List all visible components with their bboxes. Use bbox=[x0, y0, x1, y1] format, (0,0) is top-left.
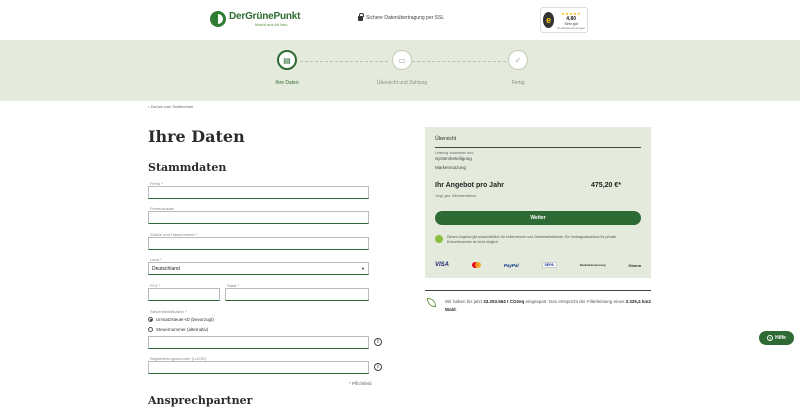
steuer-input[interactable] bbox=[148, 336, 369, 349]
trusted-shops-badge[interactable]: e ★★★★★ 4,80 Sehr gut Kundenbewertungen bbox=[540, 7, 588, 33]
steuer-label: Steueridentifikation * bbox=[150, 309, 187, 314]
page-title: Ihre Daten bbox=[148, 127, 245, 146]
klarna-icon: Klarna bbox=[628, 262, 641, 268]
overview-title: Übersicht bbox=[435, 136, 457, 142]
step-uebersicht: ▭ Übersicht und Zahlung bbox=[362, 50, 442, 86]
card-icon: ▭ bbox=[392, 50, 412, 70]
section-title-ansprechpartner: Ansprechpartner bbox=[148, 394, 253, 407]
vat-note: *zzgl. ges. Mehrwertsteuer bbox=[435, 194, 477, 198]
step-label: Übersicht und Zahlung bbox=[376, 80, 428, 86]
paypal-icon: PayPal bbox=[503, 262, 519, 268]
trusted-shops-seal-icon: e bbox=[543, 12, 555, 28]
chevron-down-icon: ▼ bbox=[361, 266, 365, 271]
co2-amount: 33.253.564 t CO2eq bbox=[483, 299, 525, 304]
overview-item: Systembeteiligung bbox=[435, 156, 472, 161]
business-notice: Dieses Angebot gilt ausschließlich für U… bbox=[447, 235, 617, 244]
firma-input[interactable] bbox=[148, 186, 369, 199]
lock-icon bbox=[358, 13, 364, 21]
strasse-input[interactable] bbox=[148, 237, 369, 250]
ssl-notice: Sichere Datenübertragung per SSL bbox=[358, 13, 445, 21]
leaf-icon bbox=[427, 298, 436, 307]
radio-unchecked-icon[interactable] bbox=[148, 327, 153, 332]
weiter-button[interactable]: Weiter bbox=[435, 211, 641, 225]
visa-icon: VISA bbox=[435, 262, 450, 268]
required-note: * Pflichtfeld bbox=[349, 381, 372, 386]
radio-steuernummer[interactable]: Steuernummer (alternativ) bbox=[148, 327, 208, 332]
co2-savings-text: Wir haben bis jetzt 33.253.564 t CO2eq e… bbox=[445, 299, 651, 313]
help-icon: ? bbox=[767, 335, 774, 341]
step-label: Fertig bbox=[511, 80, 525, 86]
logo[interactable]: DerGrünePunkt Macht aus Alt Neu bbox=[210, 10, 301, 27]
offer-label: Ihr Angebot pro Jahr bbox=[435, 182, 504, 189]
land-selected-value: Deutschland bbox=[152, 265, 180, 272]
info-icon[interactable]: i bbox=[374, 338, 382, 346]
overview-item: Markennutzung bbox=[435, 165, 467, 170]
rating-count: Kundenbewertungen bbox=[557, 25, 585, 30]
step-ihre-daten: ▤ Ihre Daten bbox=[247, 50, 327, 86]
step-label: Ihre Daten bbox=[275, 80, 299, 86]
logo-tagline: Macht aus Alt Neu bbox=[255, 21, 288, 27]
help-button[interactable]: ? Hilfe bbox=[759, 331, 794, 345]
logo-icon bbox=[210, 11, 226, 27]
radio-umsatzsteuer[interactable]: Umsatzsteuer-ID (bevorzugt) bbox=[148, 317, 214, 322]
help-label: Hilfe bbox=[775, 335, 786, 341]
document-icon: ▤ bbox=[277, 50, 297, 70]
bank-transfer-icon: Banküberweisung bbox=[579, 263, 606, 267]
check-icon: ✓ bbox=[508, 50, 528, 70]
ssl-text: Sichere Datenübertragung per SSL bbox=[366, 15, 445, 21]
section-title-stammdaten: Stammdaten bbox=[148, 161, 227, 174]
plz-input[interactable] bbox=[148, 288, 220, 301]
logo-name: DerGrünePunkt bbox=[229, 10, 301, 22]
land-select[interactable]: Deutschland ▼ bbox=[148, 262, 369, 275]
back-link[interactable]: ‹ Zurück zum Tarifrechner bbox=[148, 104, 194, 109]
sepa-icon: SEPA bbox=[541, 262, 557, 268]
info-icon[interactable]: i bbox=[374, 363, 382, 371]
register-input[interactable] bbox=[148, 361, 369, 374]
step-fertig: ✓ Fertig bbox=[478, 50, 558, 86]
radio-checked-icon[interactable] bbox=[148, 317, 153, 322]
overview-note: Leistung zusammen aus: bbox=[435, 151, 474, 155]
mastercard-icon bbox=[471, 262, 481, 268]
overview-card: Übersicht Leistung zusammen aus: Systemb… bbox=[425, 127, 651, 278]
stadt-input[interactable] bbox=[225, 288, 369, 301]
payment-methods: VISA PayPal SEPA Banküberweisung Klarna bbox=[435, 262, 641, 268]
divider bbox=[435, 147, 641, 148]
checkout-steps: ▤ Ihre Daten ▭ Übersicht und Zahlung ✓ F… bbox=[0, 40, 800, 101]
divider bbox=[425, 290, 651, 291]
firmenzusatz-input[interactable] bbox=[148, 211, 369, 224]
info-leaf-icon bbox=[435, 235, 443, 243]
offer-price: 475,20 €* bbox=[591, 182, 621, 189]
header: DerGrünePunkt Macht aus Alt Neu Sichere … bbox=[0, 0, 800, 40]
